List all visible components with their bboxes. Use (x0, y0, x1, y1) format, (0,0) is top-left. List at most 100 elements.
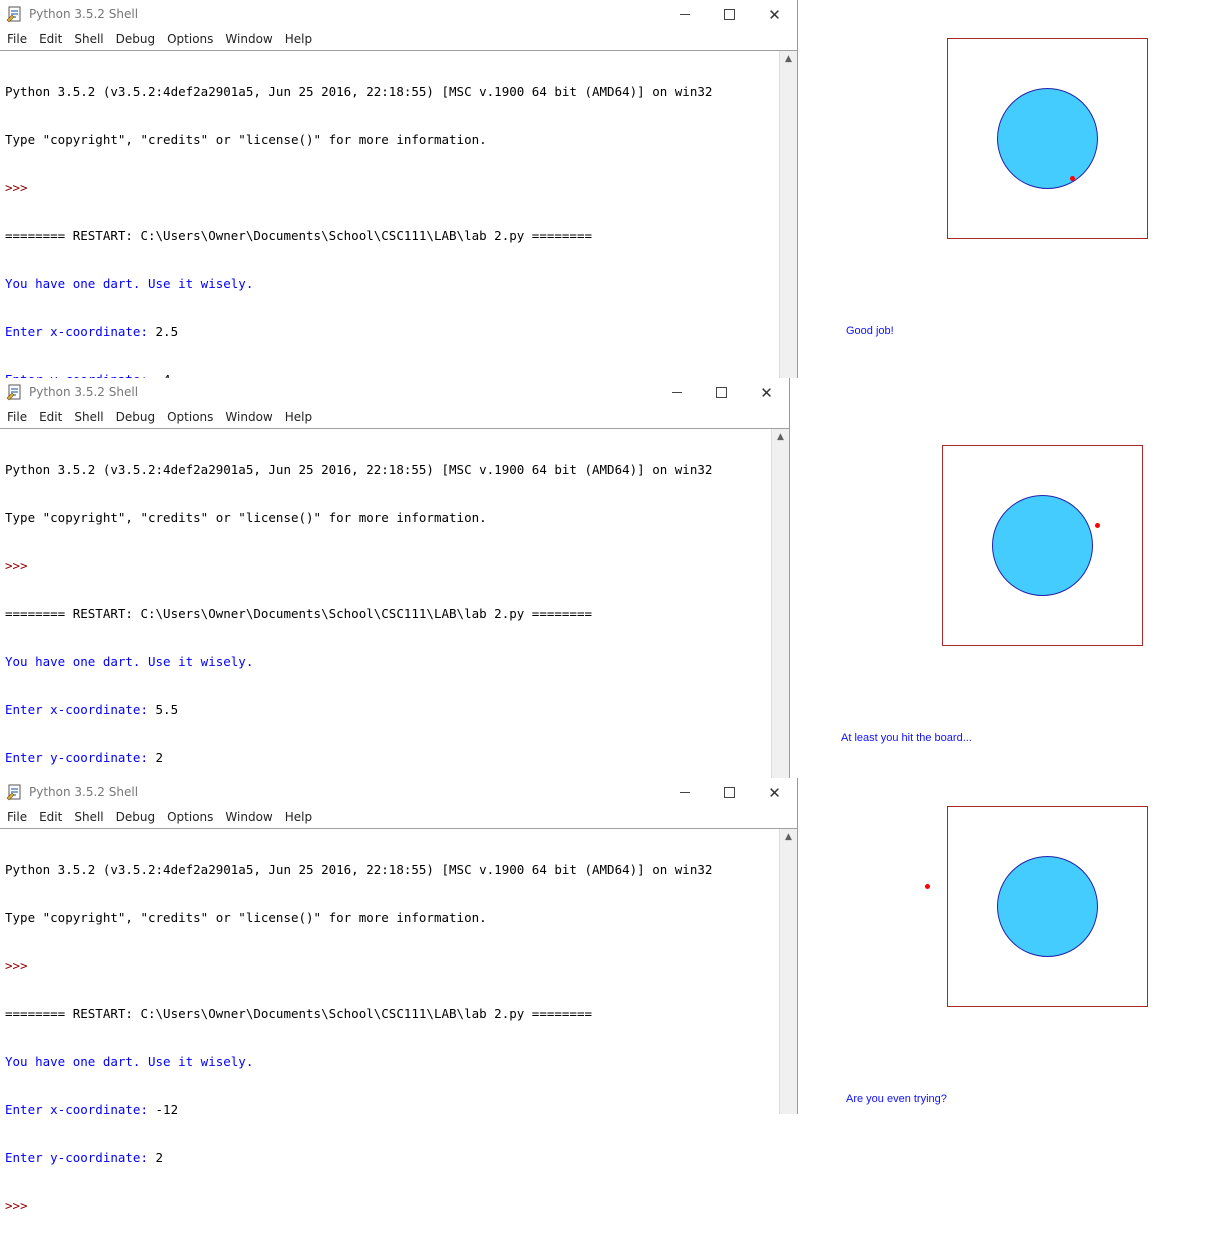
dartboard-panel-1: Good job! (798, 0, 1206, 378)
python-idle-icon (6, 784, 21, 801)
result-message: Are you even trying? (846, 1093, 947, 1105)
title-bar[interactable]: Python 3.5.2 Shell ✕ (0, 778, 797, 808)
prompt-line[interactable]: >>> (5, 1198, 780, 1214)
result-message: At least you hit the board... (841, 732, 972, 744)
dart-mark (1095, 523, 1100, 528)
menu-help[interactable]: Help (278, 408, 317, 424)
prompt-line: >>> (5, 958, 36, 973)
scroll-up-arrow-icon[interactable]: ▲ (780, 829, 797, 846)
menu-window[interactable]: Window (218, 808, 277, 824)
menu-shell[interactable]: Shell (67, 30, 108, 46)
menu-edit[interactable]: Edit (32, 808, 67, 824)
program-output-line: You have one dart. Use it wisely. (5, 276, 254, 291)
menu-file[interactable]: File (0, 408, 32, 424)
minimize-button[interactable] (662, 0, 707, 30)
maximize-icon (716, 387, 727, 398)
x-input-line: Enter x-coordinate: 2.5 (5, 324, 780, 340)
menu-bar: File Edit Shell Debug Options Window Help (0, 408, 789, 429)
y-prompt: Enter y-coordinate: (5, 750, 156, 765)
program-output-line: You have one dart. Use it wisely. (5, 654, 254, 669)
minimize-icon (671, 392, 682, 393)
menu-window[interactable]: Window (218, 30, 277, 46)
menu-debug[interactable]: Debug (109, 30, 160, 46)
x-input-line: Enter x-coordinate: 5.5 (5, 702, 772, 718)
x-value: -12 (155, 1102, 179, 1117)
title-bar[interactable]: Python 3.5.2 Shell ✕ (0, 378, 789, 408)
x-value: 2.5 (155, 324, 179, 339)
menu-help[interactable]: Help (278, 30, 317, 46)
menu-file[interactable]: File (0, 808, 32, 824)
maximize-icon (724, 9, 735, 20)
close-button[interactable]: ✕ (744, 378, 789, 408)
shell-window-1: Python 3.5.2 Shell ✕ File Edit Shell Debug O… (0, 0, 798, 435)
menu-shell[interactable]: Shell (67, 408, 108, 424)
y-input-line: Enter y-coordinate: 2 (5, 1150, 780, 1166)
vertical-scrollbar[interactable]: ▲ (779, 51, 797, 378)
dartboard-panel-2: At least you hit the board... (798, 378, 1206, 778)
python-idle-icon (6, 384, 21, 401)
menu-options[interactable]: Options (160, 30, 218, 46)
title-bar[interactable]: Python 3.5.2 Shell ✕ (0, 0, 797, 30)
menu-options[interactable]: Options (160, 808, 218, 824)
dartboard-canvas (925, 806, 1148, 1007)
menu-edit[interactable]: Edit (32, 30, 67, 46)
minimize-icon (679, 14, 690, 15)
menu-file[interactable]: File (0, 30, 32, 46)
banner-line: Python 3.5.2 (v3.5.2:4def2a2901a5, Jun 2… (5, 84, 713, 99)
minimize-button[interactable] (662, 778, 707, 808)
maximize-button[interactable] (699, 378, 744, 408)
target-circle (997, 88, 1098, 189)
target-circle (992, 495, 1093, 596)
x-input-line: Enter x-coordinate: -12 (5, 1102, 780, 1118)
window-title: Python 3.5.2 Shell (29, 785, 139, 799)
menu-options[interactable]: Options (160, 408, 218, 424)
dartboard-canvas (947, 38, 1148, 239)
maximize-button[interactable] (707, 0, 752, 30)
dartboard-canvas (942, 445, 1143, 646)
menu-bar: File Edit Shell Debug Options Window Help (0, 808, 797, 829)
program-output-line: You have one dart. Use it wisely. (5, 1054, 254, 1069)
scroll-up-arrow-icon[interactable]: ▲ (772, 429, 789, 446)
x-prompt: Enter x-coordinate: (5, 1102, 156, 1117)
x-prompt: Enter x-coordinate: (5, 324, 156, 339)
x-value: 5.5 (155, 702, 179, 717)
menu-debug[interactable]: Debug (109, 408, 160, 424)
banner-line: Python 3.5.2 (v3.5.2:4def2a2901a5, Jun 2… (5, 862, 713, 877)
restart-line: ======== RESTART: C:\Users\Owner\Documen… (5, 228, 592, 243)
dartboard-panel-3: Are you even trying? (798, 778, 1206, 1114)
scroll-up-arrow-icon[interactable]: ▲ (780, 51, 797, 68)
close-button[interactable]: ✕ (752, 778, 797, 808)
dart-mark (925, 884, 930, 889)
vertical-scrollbar[interactable]: ▲ (779, 829, 797, 1114)
shell-output[interactable]: Python 3.5.2 (v3.5.2:4def2a2901a5, Jun 2… (0, 51, 780, 435)
close-icon: ✕ (768, 784, 781, 802)
shell-output[interactable]: Python 3.5.2 (v3.5.2:4def2a2901a5, Jun 2… (0, 829, 780, 1213)
vertical-scrollbar[interactable]: ▲ (771, 429, 789, 778)
target-circle (997, 856, 1098, 957)
result-message: Good job! (846, 325, 894, 337)
dart-mark (1070, 176, 1075, 181)
shell-window-2: Python 3.5.2 Shell ✕ File Edit Shell Debug O… (0, 378, 790, 813)
banner-line: Python 3.5.2 (v3.5.2:4def2a2901a5, Jun 2… (5, 462, 713, 477)
y-prompt: Enter y-coordinate: (5, 1150, 156, 1165)
restart-line: ======== RESTART: C:\Users\Owner\Documen… (5, 606, 592, 621)
menu-debug[interactable]: Debug (109, 808, 160, 824)
maximize-button[interactable] (707, 778, 752, 808)
menu-help[interactable]: Help (278, 808, 317, 824)
window-title: Python 3.5.2 Shell (29, 7, 139, 21)
minimize-icon (679, 792, 690, 793)
menu-edit[interactable]: Edit (32, 408, 67, 424)
shell-output[interactable]: Python 3.5.2 (v3.5.2:4def2a2901a5, Jun 2… (0, 429, 772, 813)
x-prompt: Enter x-coordinate: (5, 702, 156, 717)
shell-window-3: Python 3.5.2 Shell ✕ File Edit Shell Debug O… (0, 778, 798, 1213)
menu-shell[interactable]: Shell (67, 808, 108, 824)
prompt-line: >>> (5, 558, 36, 573)
maximize-icon (724, 787, 735, 798)
info-line: Type "copyright", "credits" or "license(… (5, 910, 487, 925)
close-icon: ✕ (760, 384, 773, 402)
minimize-button[interactable] (654, 378, 699, 408)
close-button[interactable]: ✕ (752, 0, 797, 30)
menu-window[interactable]: Window (218, 408, 277, 424)
info-line: Type "copyright", "credits" or "license(… (5, 132, 487, 147)
window-title: Python 3.5.2 Shell (29, 385, 139, 399)
